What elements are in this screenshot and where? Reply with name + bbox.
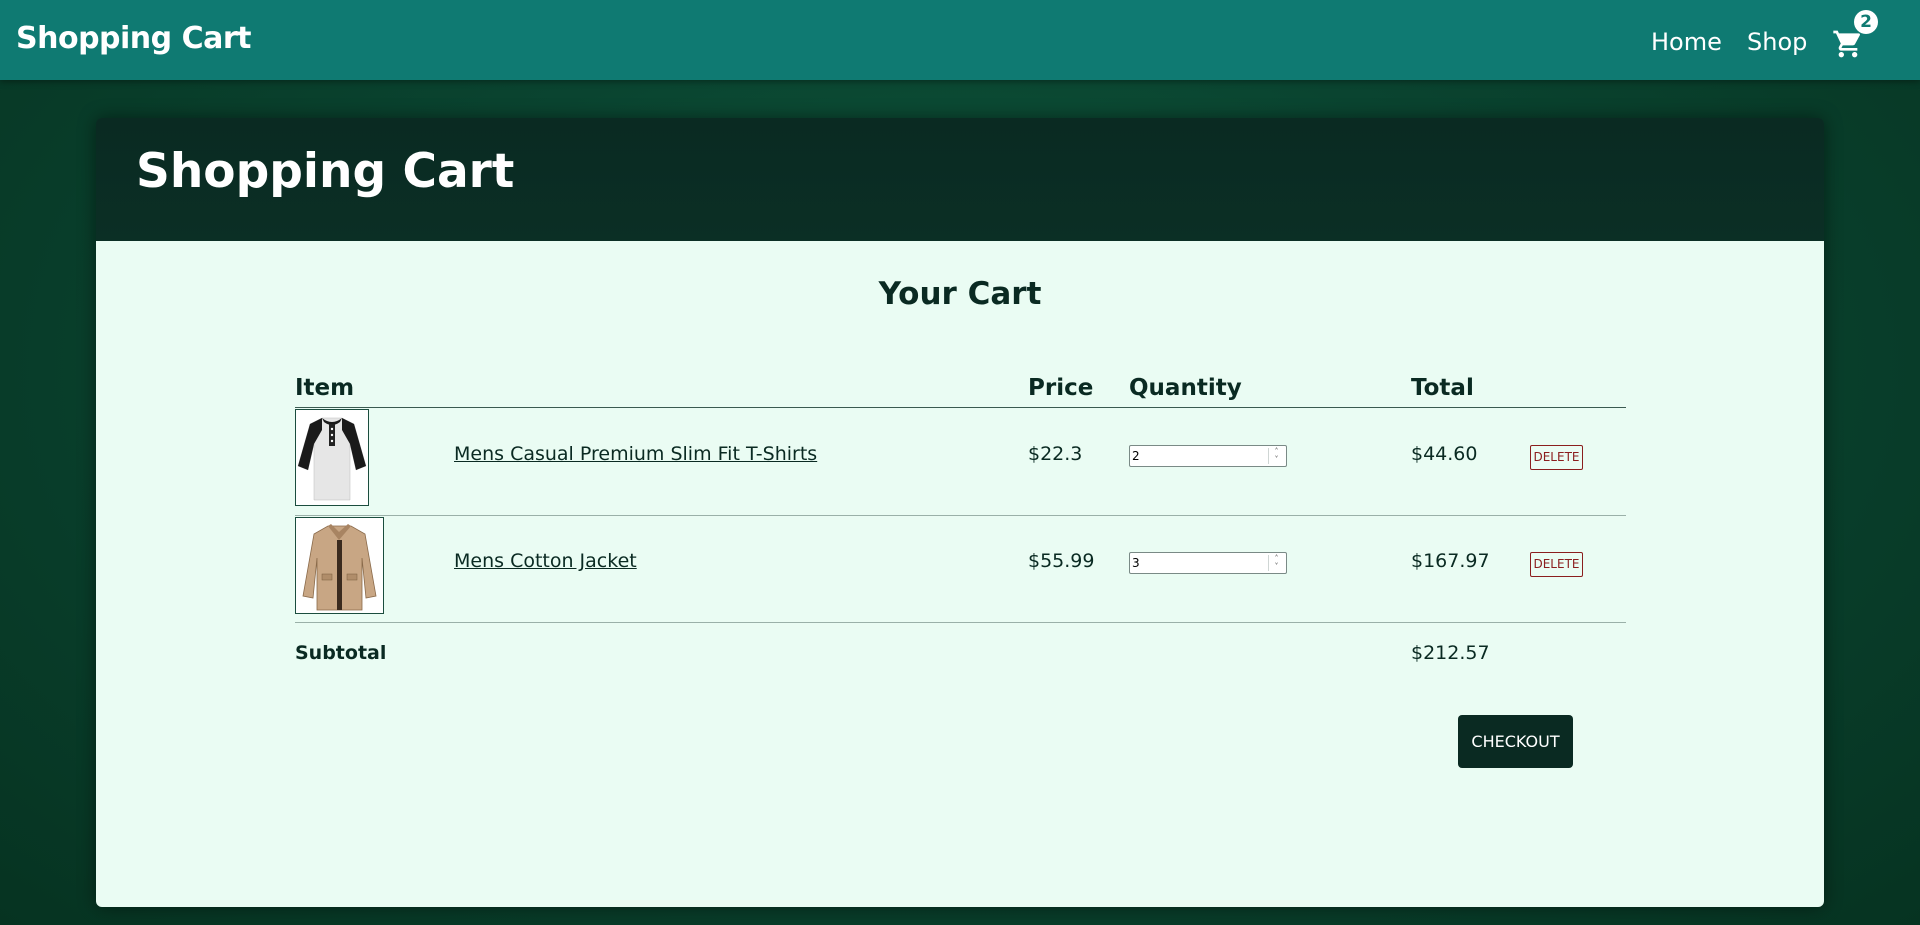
checkout-button[interactable]: CHECKOUT [1458, 715, 1573, 768]
delete-button[interactable]: DELETE [1530, 445, 1583, 470]
header-price: Price [1028, 375, 1094, 401]
header-divider [295, 407, 1626, 408]
cart-heading: Your Cart [878, 276, 1042, 312]
item-name-link[interactable]: Mens Cotton Jacket [454, 550, 637, 572]
cart-icon[interactable] [1832, 28, 1864, 60]
delete-button[interactable]: DELETE [1530, 552, 1583, 577]
subtotal-label: Subtotal [295, 642, 387, 664]
navbar: Shopping Cart Home Shop 2 [0, 0, 1920, 80]
item-name-link[interactable]: Mens Casual Premium Slim Fit T-Shirts [454, 443, 817, 465]
card-title: Shopping Cart [136, 144, 515, 199]
header-quantity: Quantity [1129, 375, 1242, 401]
spin-arrows-icon[interactable]: ˄ ˅ [1268, 448, 1284, 464]
quantity-input[interactable] [1132, 448, 1262, 464]
quantity-stepper[interactable]: ˄˅ [1129, 552, 1287, 574]
nav-home-link[interactable]: Home [1651, 28, 1722, 56]
quantity-input[interactable] [1132, 555, 1262, 571]
quantity-stepper[interactable]: ˄˅ [1129, 445, 1287, 467]
cart-count-badge: 2 [1854, 10, 1878, 34]
header-item: Item [295, 375, 355, 401]
item-total: $167.97 [1411, 550, 1490, 572]
item-price: $22.3 [1028, 443, 1083, 465]
nav-shop-link[interactable]: Shop [1747, 28, 1807, 56]
row-divider [295, 622, 1626, 623]
spin-arrows-icon[interactable]: ˄ ˅ [1268, 555, 1284, 571]
product-image-jacket[interactable] [295, 517, 384, 614]
cart-card: Shopping Cart Your Cart Item Price Quant… [96, 118, 1824, 907]
card-header: Shopping Cart [96, 118, 1824, 241]
row-divider [295, 515, 1626, 516]
product-image-tshirt[interactable] [295, 409, 369, 506]
item-total: $44.60 [1411, 443, 1478, 465]
item-price: $55.99 [1028, 550, 1095, 572]
header-total: Total [1411, 375, 1474, 401]
subtotal-value: $212.57 [1411, 642, 1490, 664]
brand-title[interactable]: Shopping Cart [16, 21, 251, 56]
